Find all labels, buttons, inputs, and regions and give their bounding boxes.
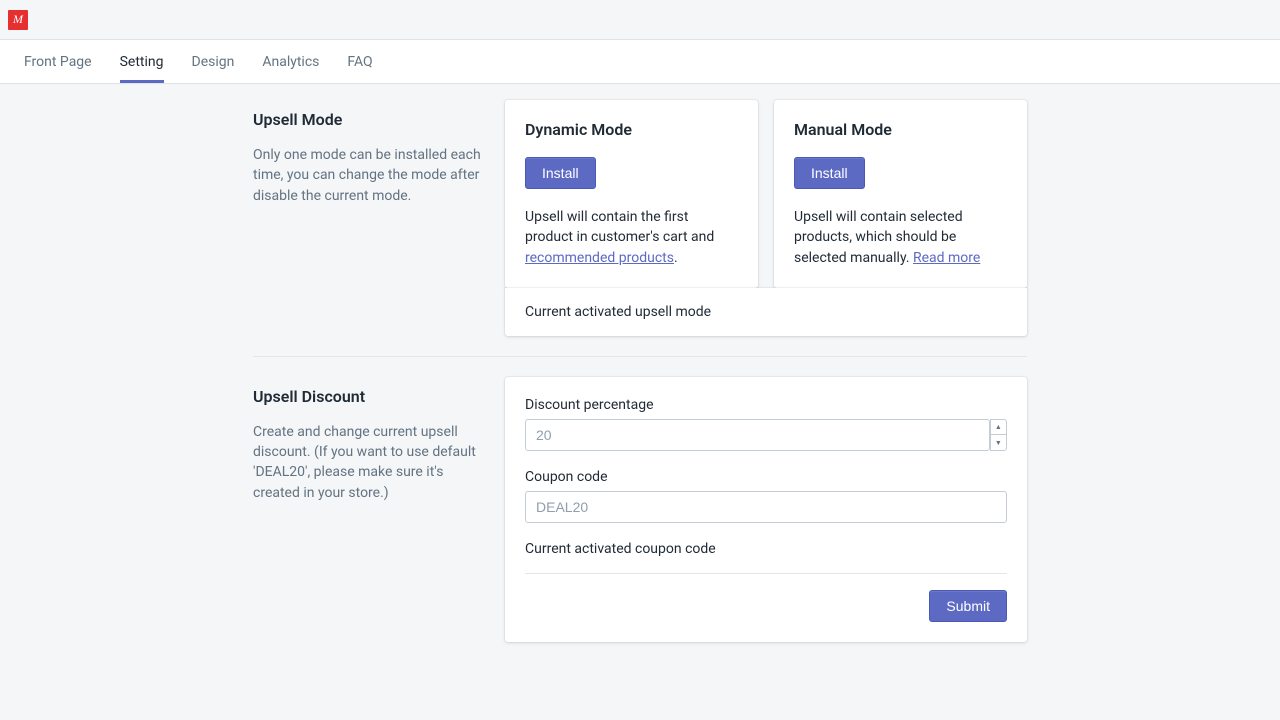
coupon-label: Coupon code: [525, 469, 1007, 485]
topbar: M: [0, 0, 1280, 40]
tab-front-page[interactable]: Front Page: [10, 40, 106, 83]
nav-tabs: Front Page Setting Design Analytics FAQ: [0, 40, 1280, 84]
dynamic-mode-description: Upsell will contain the first product in…: [525, 207, 738, 268]
tab-setting[interactable]: Setting: [106, 40, 178, 83]
current-mode-status: Current activated upsell mode: [505, 288, 1027, 336]
manual-mode-title: Manual Mode: [794, 120, 1007, 139]
manual-mode-description: Upsell will contain selected products, w…: [794, 207, 1007, 268]
section-upsell-mode: Upsell Mode Only one mode can be install…: [253, 100, 1027, 357]
upsell-mode-description: Only one mode can be installed each time…: [253, 145, 485, 206]
dynamic-desc-post: .: [674, 250, 678, 266]
section-upsell-discount: Upsell Discount Create and change curren…: [253, 377, 1027, 662]
page-content: Upsell Mode Only one mode can be install…: [253, 84, 1027, 662]
current-coupon-status: Current activated coupon code: [525, 541, 1007, 574]
percentage-input[interactable]: [525, 419, 990, 451]
percentage-stepper: ▲ ▼: [990, 419, 1007, 451]
manual-mode-card: Manual Mode Install Upsell will contain …: [774, 100, 1027, 288]
dynamic-install-button[interactable]: Install: [525, 157, 596, 189]
stepper-down-icon[interactable]: ▼: [991, 435, 1006, 450]
tab-design[interactable]: Design: [178, 40, 249, 83]
discount-aside: Upsell Discount Create and change curren…: [253, 377, 505, 642]
upsell-mode-aside: Upsell Mode Only one mode can be install…: [253, 100, 505, 336]
discount-description: Create and change current upsell discoun…: [253, 422, 485, 503]
discount-form-card: Discount percentage ▲ ▼ Coupon code Curr…: [505, 377, 1027, 642]
tab-analytics[interactable]: Analytics: [248, 40, 333, 83]
dynamic-mode-title: Dynamic Mode: [525, 120, 738, 139]
percentage-label: Discount percentage: [525, 397, 1007, 413]
dynamic-mode-card: Dynamic Mode Install Upsell will contain…: [505, 100, 758, 288]
coupon-input[interactable]: [525, 491, 1007, 523]
dynamic-desc-pre: Upsell will contain the first product in…: [525, 209, 714, 245]
read-more-link[interactable]: Read more: [913, 250, 980, 266]
brand-logo: M: [8, 10, 28, 30]
manual-install-button[interactable]: Install: [794, 157, 865, 189]
stepper-up-icon[interactable]: ▲: [991, 420, 1006, 436]
upsell-mode-title: Upsell Mode: [253, 110, 485, 129]
recommended-products-link[interactable]: recommended products: [525, 250, 674, 266]
tab-faq[interactable]: FAQ: [333, 40, 386, 83]
discount-title: Upsell Discount: [253, 387, 485, 406]
submit-button[interactable]: Submit: [929, 590, 1007, 622]
